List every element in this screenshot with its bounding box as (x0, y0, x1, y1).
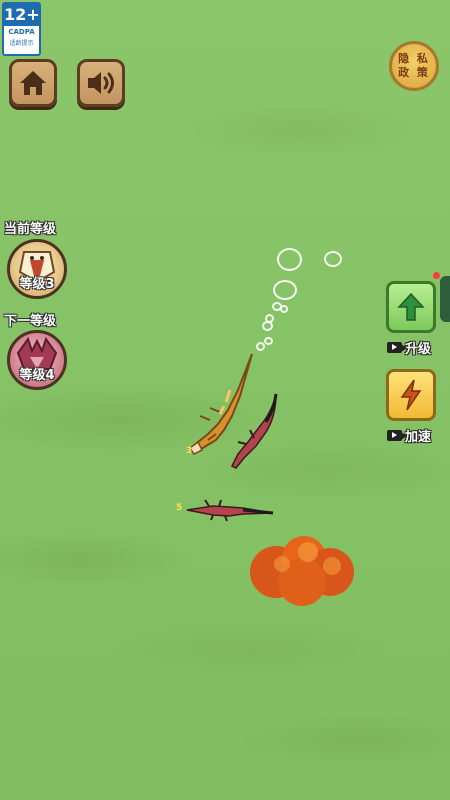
age-rating-badge: 12+ CADPA 适龄提示 (2, 2, 41, 56)
privacy-line2: 政 策 (398, 66, 430, 79)
next-level-avatar: 等级4 (7, 330, 67, 390)
bubble (280, 305, 288, 313)
age-rating: 12+ (4, 4, 40, 26)
next-level-label: 下一等级 (4, 314, 57, 329)
arrow-up-icon (397, 292, 425, 321)
current-level-label: 当前等级 (4, 222, 57, 237)
home-icon (20, 71, 46, 95)
enemy-dinosaur[interactable] (183, 498, 277, 522)
bubble (273, 280, 297, 300)
enemy-dinosaur[interactable] (226, 392, 282, 472)
speaker-icon (88, 72, 114, 94)
upgrade-label: 升级 (405, 342, 432, 357)
game-canvas[interactable]: 12+ CADPA 适龄提示 隐 私 政 策 当前等级 等级3 下一等级 等级4… (0, 0, 450, 800)
age-rating-tip: 适龄提示 (9, 40, 34, 47)
video-ad-icon (387, 342, 407, 353)
speed-up-button[interactable] (386, 369, 436, 421)
lightning-icon (400, 379, 422, 411)
next-level-value: 等级4 (19, 368, 55, 383)
privacy-line1: 隐 私 (398, 52, 430, 65)
enemy-level-tag: 5 (176, 503, 183, 513)
current-level-avatar: 等级3 (7, 239, 67, 299)
bubble (262, 321, 273, 331)
current-level-value: 等级3 (19, 277, 55, 292)
speed-label: 加速 (405, 430, 432, 445)
bubble (324, 251, 342, 267)
side-drawer-tab[interactable] (440, 276, 450, 322)
notification-dot (433, 272, 440, 279)
bubble (264, 337, 273, 345)
upgrade-button[interactable] (386, 281, 436, 333)
video-ad-icon (387, 430, 407, 441)
privacy-policy-button[interactable]: 隐 私 政 策 (389, 41, 439, 91)
home-button[interactable] (9, 59, 57, 107)
upgrade-label-row[interactable]: 升级 (387, 338, 431, 357)
age-rating-org: CADPA (8, 28, 35, 36)
orange-bush (250, 536, 354, 606)
speed-label-row[interactable]: 加速 (387, 426, 431, 445)
sound-button[interactable] (77, 59, 125, 107)
bubble (277, 248, 302, 271)
player-level-tag: 3 (186, 446, 193, 456)
